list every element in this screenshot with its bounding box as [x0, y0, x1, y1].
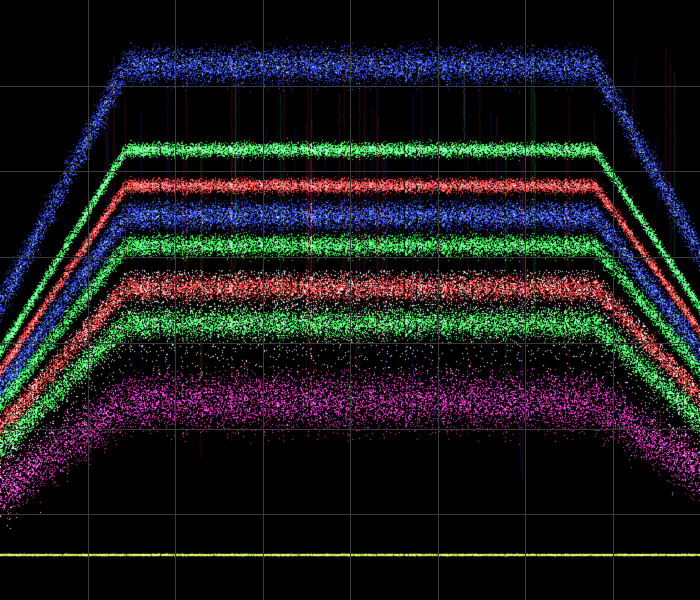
waveform-scope-view: [0, 0, 700, 600]
waveform-trace-canvas: [0, 0, 700, 600]
